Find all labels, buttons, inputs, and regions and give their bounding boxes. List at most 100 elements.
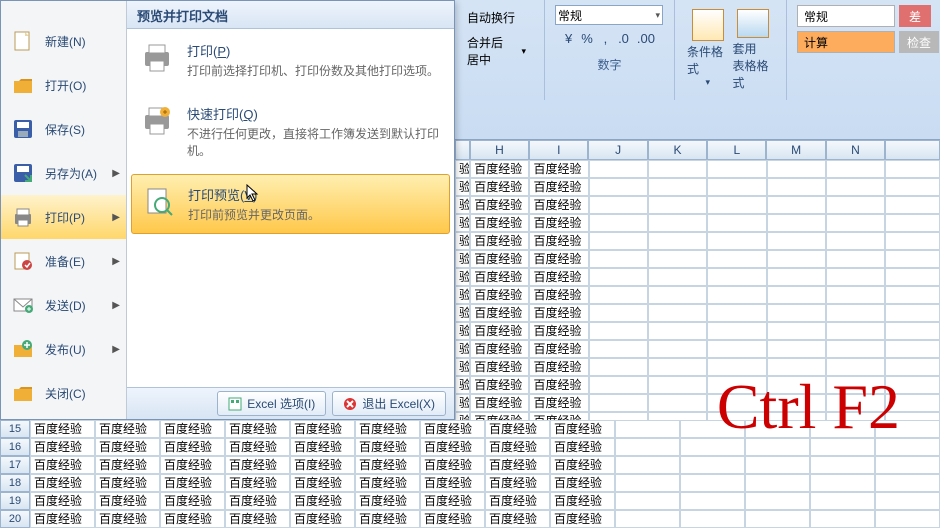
cell[interactable]: 百度经验 xyxy=(550,456,615,474)
cell[interactable] xyxy=(826,250,885,268)
cell[interactable]: 百度经验 xyxy=(470,232,529,250)
style-check[interactable]: 检查 xyxy=(899,31,939,53)
cell[interactable] xyxy=(810,510,875,528)
cell[interactable]: 验 xyxy=(455,160,470,178)
cell[interactable]: 百度经验 xyxy=(225,510,290,528)
cell[interactable] xyxy=(826,178,885,196)
cell[interactable] xyxy=(767,286,826,304)
cell[interactable] xyxy=(707,286,766,304)
cell[interactable] xyxy=(648,304,707,322)
cell[interactable] xyxy=(707,160,766,178)
cell[interactable]: 验 xyxy=(455,340,470,358)
cell[interactable]: 百度经验 xyxy=(290,474,355,492)
cell[interactable] xyxy=(680,510,745,528)
cell[interactable] xyxy=(615,474,680,492)
cell[interactable] xyxy=(767,178,826,196)
cell[interactable]: 百度经验 xyxy=(485,510,550,528)
cell[interactable] xyxy=(767,232,826,250)
cell[interactable] xyxy=(648,232,707,250)
cell[interactable] xyxy=(885,304,940,322)
menu-item-5[interactable]: 准备(E)▶ xyxy=(1,239,126,283)
cell[interactable]: 验 xyxy=(455,376,470,394)
cell[interactable] xyxy=(648,250,707,268)
cell[interactable] xyxy=(589,214,648,232)
cell[interactable] xyxy=(810,474,875,492)
cell[interactable] xyxy=(680,456,745,474)
print-option-0[interactable]: 打印(P)打印前选择打印机、打印份数及其他打印选项。 xyxy=(127,29,454,92)
print-option-1[interactable]: 快速打印(Q)不进行任何更改，直接将工作簿发送到默认打印机。 xyxy=(127,92,454,172)
cell[interactable] xyxy=(615,456,680,474)
cell[interactable] xyxy=(648,322,707,340)
exit-excel-button[interactable]: 退出 Excel(X) xyxy=(332,391,446,416)
menu-item-4[interactable]: 打印(P)▶ xyxy=(1,195,126,239)
cell[interactable]: 百度经验 xyxy=(529,322,588,340)
cell[interactable]: 百度经验 xyxy=(225,420,290,438)
cell[interactable]: 百度经验 xyxy=(529,196,588,214)
cell[interactable] xyxy=(875,510,940,528)
cell[interactable]: 百度经验 xyxy=(485,420,550,438)
cell[interactable] xyxy=(589,322,648,340)
cell[interactable] xyxy=(707,214,766,232)
cell[interactable]: 百度经验 xyxy=(290,510,355,528)
cell[interactable] xyxy=(648,340,707,358)
cell[interactable]: 百度经验 xyxy=(290,492,355,510)
cell[interactable]: 百度经验 xyxy=(470,286,529,304)
print-option-2[interactable]: 打印预览(V)打印前预览并更改页面。 xyxy=(131,174,450,234)
merge-center-label[interactable]: 合并后居中 xyxy=(467,34,513,68)
cell[interactable] xyxy=(648,214,707,232)
col-header[interactable]: L xyxy=(707,140,766,160)
cell[interactable]: 百度经验 xyxy=(529,214,588,232)
cell[interactable] xyxy=(589,376,648,394)
cell[interactable] xyxy=(885,286,940,304)
cell[interactable]: 百度经验 xyxy=(95,510,160,528)
cell[interactable] xyxy=(885,268,940,286)
number-format-select[interactable]: 常规▾ xyxy=(555,5,663,25)
row-header[interactable]: 19 xyxy=(0,492,30,510)
cell[interactable]: 百度经验 xyxy=(529,178,588,196)
cell[interactable]: 百度经验 xyxy=(225,456,290,474)
cell[interactable]: 百度经验 xyxy=(470,214,529,232)
menu-item-7[interactable]: 发布(U)▶ xyxy=(1,327,126,371)
cell[interactable]: 验 xyxy=(455,304,470,322)
col-header[interactable]: N xyxy=(826,140,885,160)
cell[interactable] xyxy=(745,456,810,474)
cell[interactable]: 百度经验 xyxy=(160,420,225,438)
cell[interactable] xyxy=(680,474,745,492)
cell[interactable]: 百度经验 xyxy=(420,510,485,528)
increase-decimal-icon[interactable]: .0 xyxy=(617,27,630,49)
cell[interactable]: 百度经验 xyxy=(470,376,529,394)
cell[interactable] xyxy=(875,456,940,474)
cell[interactable]: 百度经验 xyxy=(95,420,160,438)
cell[interactable]: 百度经验 xyxy=(225,438,290,456)
cell[interactable] xyxy=(589,304,648,322)
menu-item-1[interactable]: 打开(O) xyxy=(1,63,126,107)
cell[interactable] xyxy=(745,492,810,510)
cell[interactable]: 百度经验 xyxy=(30,474,95,492)
cell[interactable] xyxy=(589,160,648,178)
cell[interactable]: 百度经验 xyxy=(160,438,225,456)
cell[interactable]: 百度经验 xyxy=(160,456,225,474)
table-format-button[interactable]: 套用 表格格式 xyxy=(731,5,777,95)
menu-item-6[interactable]: 发送(D)▶ xyxy=(1,283,126,327)
cell[interactable]: 百度经验 xyxy=(529,304,588,322)
cell[interactable]: 百度经验 xyxy=(550,510,615,528)
cell[interactable] xyxy=(648,376,707,394)
cell[interactable] xyxy=(707,196,766,214)
cell[interactable]: 验 xyxy=(455,196,470,214)
cell[interactable] xyxy=(767,304,826,322)
cell[interactable] xyxy=(648,358,707,376)
comma-icon[interactable]: , xyxy=(600,27,611,49)
cell[interactable] xyxy=(707,340,766,358)
menu-item-2[interactable]: 保存(S) xyxy=(1,107,126,151)
cell[interactable]: 百度经验 xyxy=(470,394,529,412)
cell[interactable]: 百度经验 xyxy=(420,456,485,474)
cell[interactable] xyxy=(745,510,810,528)
cell[interactable] xyxy=(589,232,648,250)
cell[interactable]: 百度经验 xyxy=(529,160,588,178)
auto-wrap-label[interactable]: 自动换行 xyxy=(467,9,515,26)
cell[interactable] xyxy=(589,358,648,376)
cell[interactable] xyxy=(707,232,766,250)
cell[interactable]: 百度经验 xyxy=(95,492,160,510)
cell[interactable]: 百度经验 xyxy=(470,304,529,322)
menu-item-3[interactable]: 另存为(A)▶ xyxy=(1,151,126,195)
